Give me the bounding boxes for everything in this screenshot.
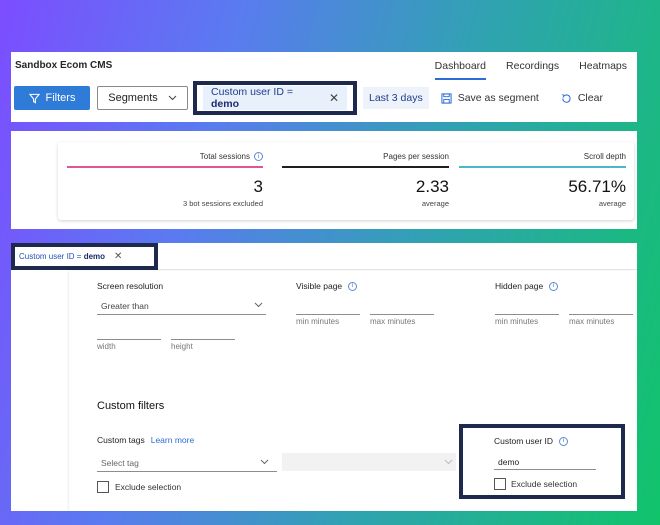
chevron-down-icon	[168, 95, 177, 101]
screen-resolution-label: Screen resolution	[97, 281, 164, 291]
custom-user-id-frame: Custom user ID i demo Exclude selection	[459, 424, 625, 499]
undo-icon	[561, 93, 571, 103]
save-icon	[441, 92, 452, 104]
height-hint: height	[171, 342, 193, 351]
metric-scroll-depth: Scroll depth 56.71% average	[459, 142, 626, 220]
hidden-page-label: Hidden page i	[495, 281, 559, 291]
metric-subtext: average	[421, 199, 449, 208]
hidden-min-input[interactable]	[495, 314, 559, 315]
visible-min-input[interactable]	[296, 314, 360, 315]
custom-user-id-input[interactable]: demo	[498, 457, 519, 467]
visible-max-input[interactable]	[370, 314, 434, 315]
exclude-tags-label: Exclude selection	[115, 482, 182, 492]
funnel-icon	[28, 93, 40, 104]
clear-label: Clear	[577, 92, 603, 104]
active-filter-chip[interactable]: Custom user ID = demo ✕	[203, 86, 347, 110]
chevron-down-icon	[254, 301, 263, 310]
filters-button-label: Filters	[45, 92, 76, 104]
width-hint: width	[97, 342, 116, 351]
chevron-down-icon	[444, 458, 453, 467]
hidden-min-hint: min minutes	[495, 317, 539, 326]
custom-filters-title: Custom filters	[97, 400, 165, 412]
metric-subtext: 3 bot sessions excluded	[182, 199, 263, 208]
select-underline	[97, 471, 277, 472]
save-segment-button[interactable]: Save as segment	[441, 92, 539, 104]
metric-label: Scroll depth	[583, 152, 626, 161]
metric-subtext: average	[598, 199, 626, 208]
metric-value: 56.71%	[568, 177, 626, 196]
chevron-down-icon	[260, 458, 269, 467]
metric-color-bar	[67, 166, 263, 168]
close-icon[interactable]: ✕	[329, 91, 339, 105]
metrics-card: Total sessions i 3 3 bot sessions exclud…	[58, 142, 634, 220]
filters-panel: Custom user ID = demo ✕ Screen resolutio…	[11, 243, 637, 511]
highlight-frame: Custom user ID = demo ✕	[193, 81, 357, 115]
resolution-operator-select[interactable]: Greater than	[101, 301, 149, 311]
visible-min-hint: min minutes	[296, 317, 340, 326]
custom-user-id-label: Custom user ID i	[494, 436, 569, 446]
active-filter-chip[interactable]: Custom user ID = demo ✕	[19, 251, 122, 262]
exclude-user-id-label: Exclude selection	[511, 479, 578, 489]
metric-value: 2.33	[415, 177, 449, 196]
segments-dropdown[interactable]: Segments	[97, 86, 188, 110]
clear-button[interactable]: Clear	[561, 92, 603, 104]
info-icon[interactable]: i	[254, 152, 263, 161]
filter-chip-strip: Custom user ID = demo ✕	[11, 243, 637, 270]
metrics-panel: Total sessions i 3 3 bot sessions exclud…	[11, 131, 637, 229]
metric-value: 3	[253, 177, 263, 196]
header-panel: Sandbox Ecom CMS Dashboard Recordings He…	[11, 52, 637, 122]
custom-tags-label: Custom tags Learn more	[97, 435, 195, 445]
metric-color-bar	[282, 166, 449, 168]
highlight-frame: Custom user ID = demo ✕	[11, 243, 158, 270]
info-icon[interactable]: i	[348, 281, 358, 291]
app-title: Sandbox Ecom CMS	[15, 60, 113, 71]
metric-pages-per-session: Pages per session 2.33 average	[282, 142, 449, 220]
metric-label: Pages per session	[383, 152, 449, 161]
filter-toolbar: Filters Segments Custom user ID = demo ✕…	[14, 81, 603, 115]
info-icon[interactable]: i	[549, 281, 559, 291]
metric-color-bar	[459, 166, 626, 168]
chip-text: Custom user ID = demo	[19, 252, 106, 261]
learn-more-link[interactable]: Learn more	[151, 435, 194, 445]
hidden-max-input[interactable]	[569, 314, 633, 315]
input-underline	[494, 469, 596, 470]
metric-total-sessions: Total sessions i 3 3 bot sessions exclud…	[67, 142, 263, 220]
select-tag-dropdown[interactable]: Select tag	[101, 458, 139, 468]
close-icon[interactable]: ✕	[114, 251, 122, 262]
select-underline	[97, 314, 266, 315]
exclude-user-id-checkbox[interactable]	[494, 478, 506, 490]
tag-value-select-disabled	[282, 453, 456, 471]
segments-label: Segments	[108, 92, 158, 104]
date-range-button[interactable]: Last 3 days	[363, 87, 429, 109]
chip-text: Custom user ID = demo	[211, 86, 293, 110]
tab-dashboard[interactable]: Dashboard	[434, 60, 487, 80]
tab-recordings[interactable]: Recordings	[506, 60, 559, 80]
visible-max-hint: max minutes	[370, 317, 416, 326]
info-icon[interactable]: i	[559, 436, 569, 446]
visible-page-label: Visible page i	[296, 281, 358, 291]
exclude-tags-checkbox[interactable]	[97, 481, 109, 493]
metric-label: Total sessions	[199, 152, 250, 161]
hidden-max-hint: max minutes	[569, 317, 615, 326]
height-input[interactable]	[171, 339, 235, 340]
save-segment-label: Save as segment	[457, 92, 539, 104]
main-nav: Dashboard Recordings Heatmaps	[434, 60, 627, 80]
width-input[interactable]	[97, 339, 161, 340]
tab-heatmaps[interactable]: Heatmaps	[579, 60, 627, 80]
filters-button[interactable]: Filters	[14, 86, 90, 110]
